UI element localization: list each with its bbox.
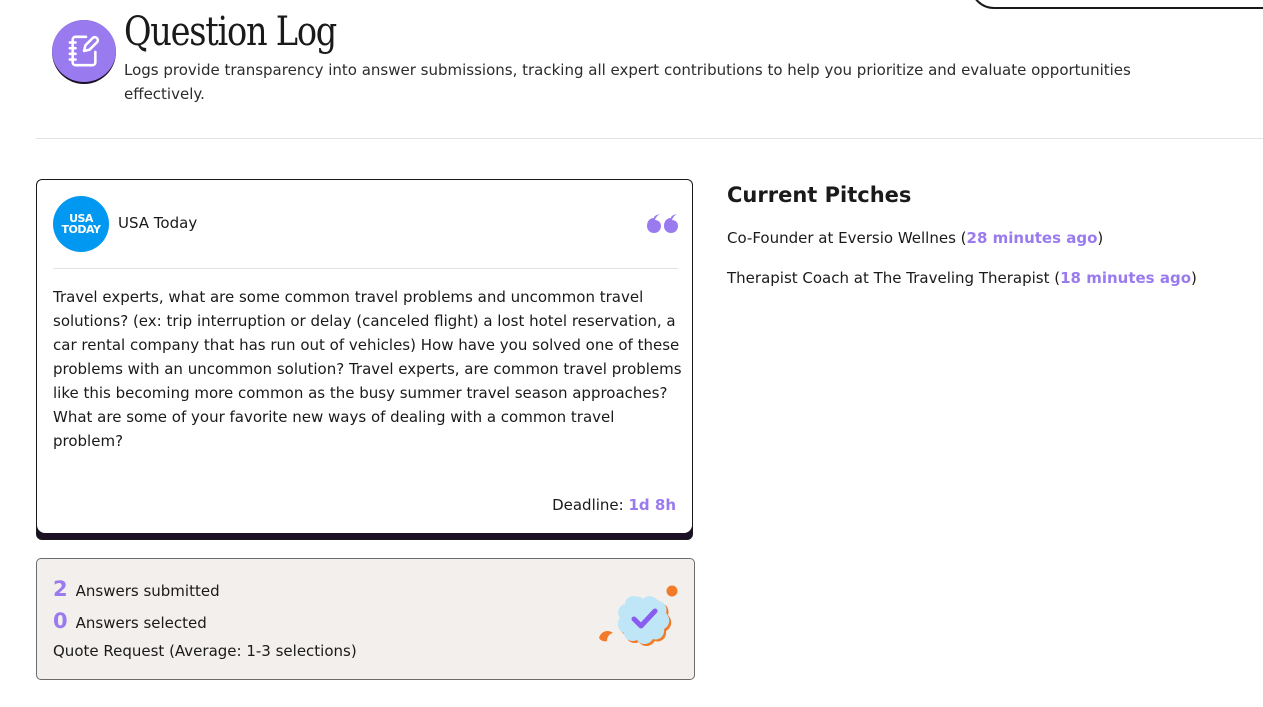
pitch-role: Co-Founder at Eversio Wellnes <box>727 229 956 247</box>
pitch-time: 18 minutes ago <box>1060 269 1191 287</box>
page-title: Question Log <box>124 9 337 55</box>
selected-count: 0 <box>53 609 68 633</box>
quote-icon <box>647 214 678 233</box>
pitch-item[interactable]: Co-Founder at Eversio Wellnes (28 minute… <box>727 228 1103 248</box>
stat-selected: 0 Answers selected <box>53 609 207 633</box>
submitted-label: Answers submitted <box>75 582 220 600</box>
question-card-face: USA TODAY USA Today Travel experts, what… <box>37 180 692 533</box>
quote-request: Quote Request (Average: 1-3 selections) <box>53 642 357 660</box>
answer-stats-card: 2 Answers submitted 0 Answers selected Q… <box>36 558 695 680</box>
verified-badge-icon <box>599 585 678 647</box>
notebook-pen-icon <box>68 35 100 67</box>
outlet-logo-line2: TODAY <box>61 223 101 236</box>
pitch-time: 28 minutes ago <box>966 229 1098 247</box>
deadline-value: 1d 8h <box>628 496 676 514</box>
deadline: Deadline: 1d 8h <box>552 493 676 517</box>
deadline-label: Deadline: <box>552 496 624 514</box>
outlet-logo: USA TODAY <box>53 196 109 252</box>
outlet-name: USA Today <box>118 214 198 232</box>
search-bar[interactable] <box>970 0 1263 9</box>
pitch-role: Therapist Coach at The Traveling Therapi… <box>727 269 1050 287</box>
card-divider <box>53 268 678 269</box>
selected-label: Answers selected <box>75 614 207 632</box>
submitted-count: 2 <box>53 577 68 601</box>
header-icon-badge <box>52 20 116 84</box>
pitch-item[interactable]: Therapist Coach at The Traveling Therapi… <box>727 268 1197 288</box>
question-card[interactable]: USA TODAY USA Today Travel experts, what… <box>36 179 693 540</box>
current-pitches-title: Current Pitches <box>727 183 912 207</box>
question-text: Travel experts, what are some common tra… <box>53 288 682 450</box>
header-divider <box>36 138 1263 139</box>
stat-submitted: 2 Answers submitted <box>53 577 220 601</box>
question-log-page: Question Log Logs provide transparency i… <box>0 0 1263 707</box>
page-subtitle: Logs provide transparency into answer su… <box>124 61 1131 103</box>
